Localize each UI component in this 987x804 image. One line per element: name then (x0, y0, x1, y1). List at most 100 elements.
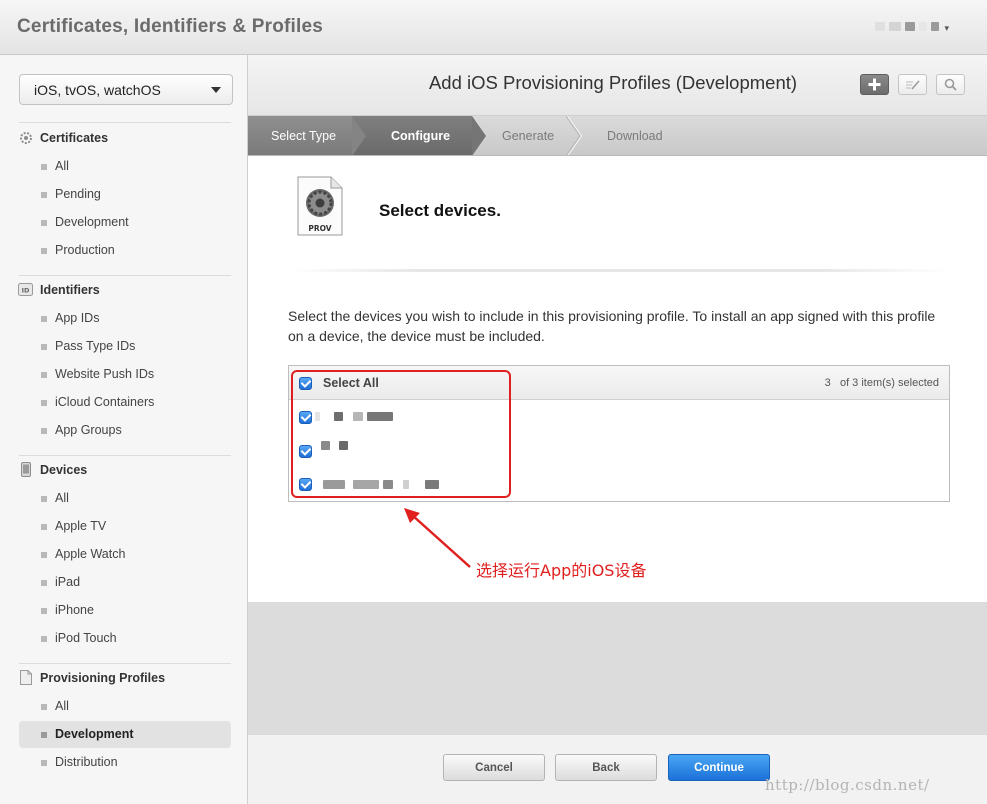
nav-label: iPhone (55, 603, 94, 617)
add-button[interactable] (860, 74, 889, 95)
step-label: Download (607, 129, 663, 143)
sidebar-item-icloud-containers[interactable]: iCloud Containers (19, 389, 231, 416)
bullet (41, 192, 47, 198)
step-label: Select Type (271, 129, 337, 143)
chevron-right-icon (352, 116, 366, 155)
annotation-highlight-box (291, 370, 511, 498)
sidebar-item-ipad[interactable]: iPad (19, 569, 231, 596)
gear-icon (18, 130, 33, 145)
nav-label: Pending (55, 187, 101, 201)
nav-label: Pass Type IDs (55, 339, 136, 353)
sidebar-item-devices-all[interactable]: All (19, 485, 231, 512)
nav-label: Development (55, 215, 129, 229)
svg-text:PROV: PROV (308, 224, 331, 233)
nav-label: Website Push IDs (55, 367, 155, 381)
back-button[interactable]: Back (555, 754, 657, 781)
divider (19, 122, 231, 123)
selected-count-value: 3 (824, 377, 831, 389)
nav-label: iPad (55, 575, 81, 589)
section-title: Devices (40, 462, 88, 477)
annotation-arrow-icon (404, 508, 471, 568)
nav-label: Production (55, 243, 115, 257)
nav-label: App IDs (55, 311, 100, 325)
sidebar-item-website-push-ids[interactable]: Website Push IDs (19, 361, 231, 388)
blurred-account-name (875, 22, 885, 31)
nav-label: All (55, 159, 69, 173)
sidebar-item-profiles-all[interactable]: All (19, 693, 231, 720)
cancel-button[interactable]: Cancel (443, 754, 545, 781)
step-select-type: Select Type (248, 116, 366, 155)
section-devices[interactable]: Devices (18, 462, 87, 477)
section-identifiers[interactable]: ID Identifiers (18, 282, 100, 297)
bullet (41, 372, 47, 378)
platform-select[interactable]: iOS, tvOS, watchOS (19, 74, 233, 105)
blurred-account-name (889, 22, 901, 31)
bullet (41, 428, 47, 434)
content-area: PROV Select devices. Select the devices … (248, 156, 987, 602)
bullet (41, 248, 47, 254)
chevron-down-icon (211, 87, 221, 93)
step-configure: Configure (352, 116, 486, 155)
sidebar-item-production[interactable]: Production (19, 237, 231, 264)
svg-text:ID: ID (22, 287, 30, 295)
sidebar-item-certificates-all[interactable]: All (19, 153, 231, 180)
app-title: Certificates, Identifiers & Profiles (17, 16, 324, 37)
selected-count-suffix: of 3 item(s) selected (839, 377, 939, 389)
plus-icon (868, 78, 881, 91)
nav-label: Distribution (55, 755, 118, 769)
nav-label: Apple TV (55, 519, 107, 533)
sidebar-item-apple-watch[interactable]: Apple Watch (19, 541, 231, 568)
nav-label: All (55, 699, 69, 713)
section-provisioning-profiles[interactable]: Provisioning Profiles (18, 670, 165, 685)
step-label: Configure (391, 129, 451, 143)
id-icon: ID (18, 282, 33, 297)
bullet (41, 344, 47, 350)
bullet (41, 732, 47, 738)
divider (19, 663, 231, 664)
nav-label: iPod Touch (55, 631, 117, 645)
chevron-down-icon[interactable]: ▾ (944, 23, 949, 34)
bullet (41, 704, 47, 710)
search-icon (944, 78, 957, 91)
sidebar-item-pending[interactable]: Pending (19, 181, 231, 208)
account-menu[interactable] (875, 22, 939, 31)
edit-button[interactable] (898, 74, 927, 95)
blurred-account-name (905, 22, 915, 31)
sidebar-item-app-ids[interactable]: App IDs (19, 305, 231, 332)
sidebar-item-development[interactable]: Development (19, 721, 231, 748)
blurred-account-name (931, 22, 939, 31)
sidebar-item-development-certs[interactable]: Development (19, 209, 231, 236)
divider (19, 455, 231, 456)
sidebar-item-apple-tv[interactable]: Apple TV (19, 513, 231, 540)
wizard-steps: Select Type Configure Generate Download (248, 116, 987, 156)
bullet (41, 608, 47, 614)
bullet (41, 524, 47, 530)
step-download: Download (570, 116, 690, 155)
bullet (41, 400, 47, 406)
provisioning-profile-file-icon: PROV (297, 176, 343, 236)
sidebar-item-pass-type-ids[interactable]: Pass Type IDs (19, 333, 231, 360)
section-certificates[interactable]: Certificates (18, 130, 108, 145)
bullet (41, 220, 47, 226)
continue-button[interactable]: Continue (668, 754, 770, 781)
section-title: Certificates (40, 130, 109, 145)
bullet (41, 552, 47, 558)
sidebar-item-app-groups[interactable]: App Groups (19, 417, 231, 444)
divider (288, 269, 948, 272)
main-panel: Add iOS Provisioning Profiles (Developme… (248, 55, 987, 804)
device-icon (18, 462, 33, 477)
bullet (41, 316, 47, 322)
sidebar-item-distribution[interactable]: Distribution (19, 749, 231, 776)
platform-select-value: iOS, tvOS, watchOS (34, 82, 161, 98)
sidebar-item-ipod-touch[interactable]: iPod Touch (19, 625, 231, 652)
section-title: Select devices. (379, 201, 501, 220)
nav-label: iCloud Containers (55, 395, 155, 409)
search-button[interactable] (936, 74, 965, 95)
step-generate: Generate (472, 116, 570, 155)
nav-label: Apple Watch (55, 547, 126, 561)
divider (19, 275, 231, 276)
nav-label: Development (55, 727, 134, 741)
sidebar-item-iphone[interactable]: iPhone (19, 597, 231, 624)
section-title: Provisioning Profiles (40, 670, 166, 685)
blurred-account-name (919, 22, 927, 31)
